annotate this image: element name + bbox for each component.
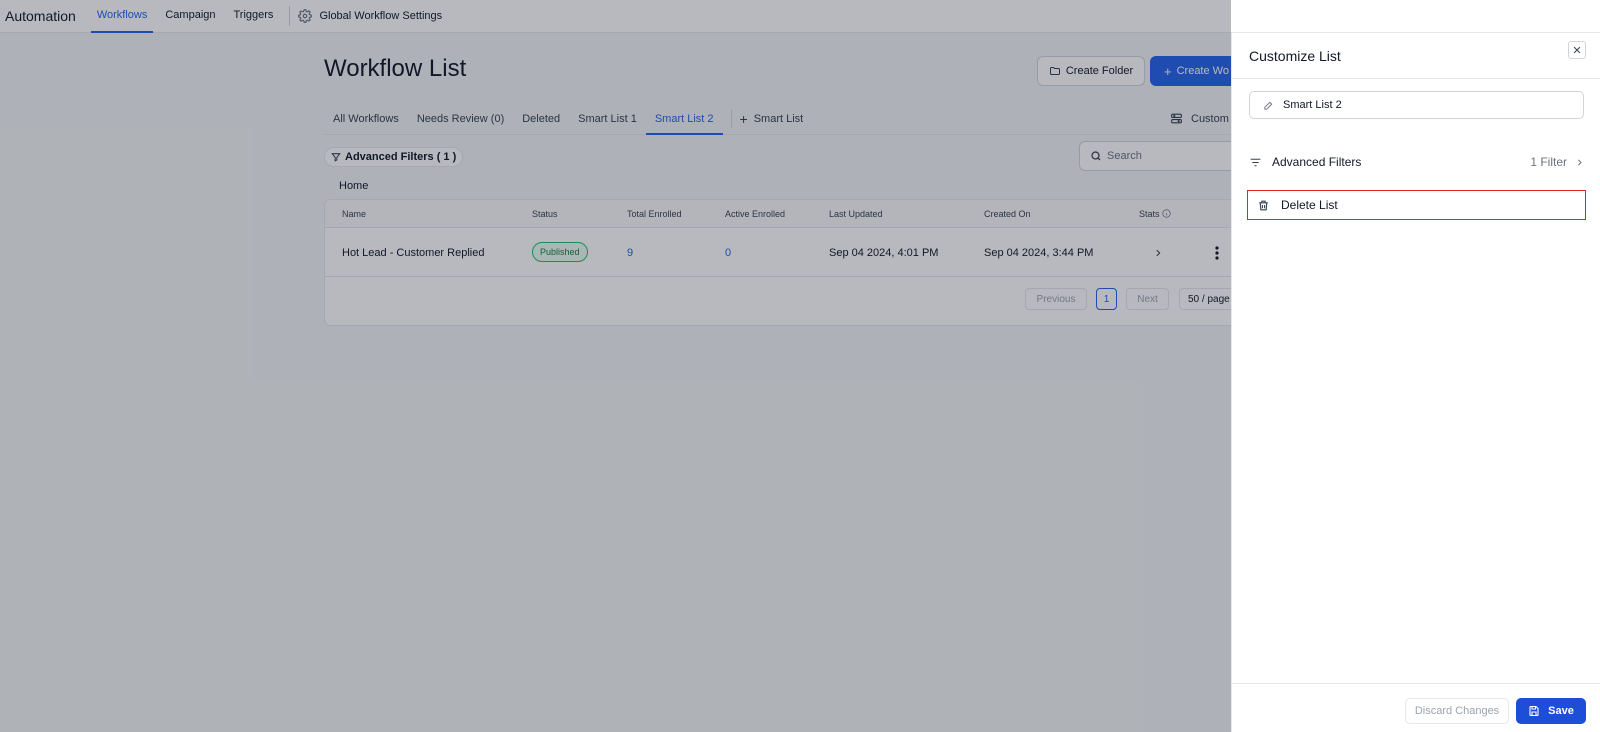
drawer-divider (1232, 78, 1600, 79)
delete-list-button[interactable]: Delete List (1247, 190, 1586, 220)
discard-changes-button[interactable]: Discard Changes (1405, 698, 1509, 724)
list-name-value: Smart List 2 (1283, 99, 1342, 111)
filter-count: 1 Filter (1530, 155, 1567, 169)
customize-list-drawer: Customize List Smart List 2 Advanced Fil… (1231, 33, 1600, 732)
drawer-title: Customize List (1249, 48, 1341, 64)
close-icon (1573, 46, 1581, 54)
advanced-filters-label: Advanced Filters (1272, 155, 1362, 169)
trash-icon (1259, 200, 1268, 210)
modal-overlay[interactable] (0, 0, 1231, 732)
pencil-icon (1264, 101, 1273, 110)
save-label: Save (1548, 705, 1574, 717)
filter-lines-icon (1250, 158, 1261, 166)
save-button[interactable]: Save (1516, 698, 1586, 724)
advanced-filters-row[interactable]: Advanced Filters 1 Filter (1249, 150, 1584, 174)
drawer-footer-divider (1232, 683, 1600, 684)
close-button[interactable] (1568, 41, 1586, 59)
list-name-input[interactable]: Smart List 2 (1249, 91, 1584, 119)
save-icon (1529, 705, 1539, 717)
delete-list-label: Delete List (1281, 198, 1338, 212)
chevron-right-icon (1578, 159, 1582, 165)
